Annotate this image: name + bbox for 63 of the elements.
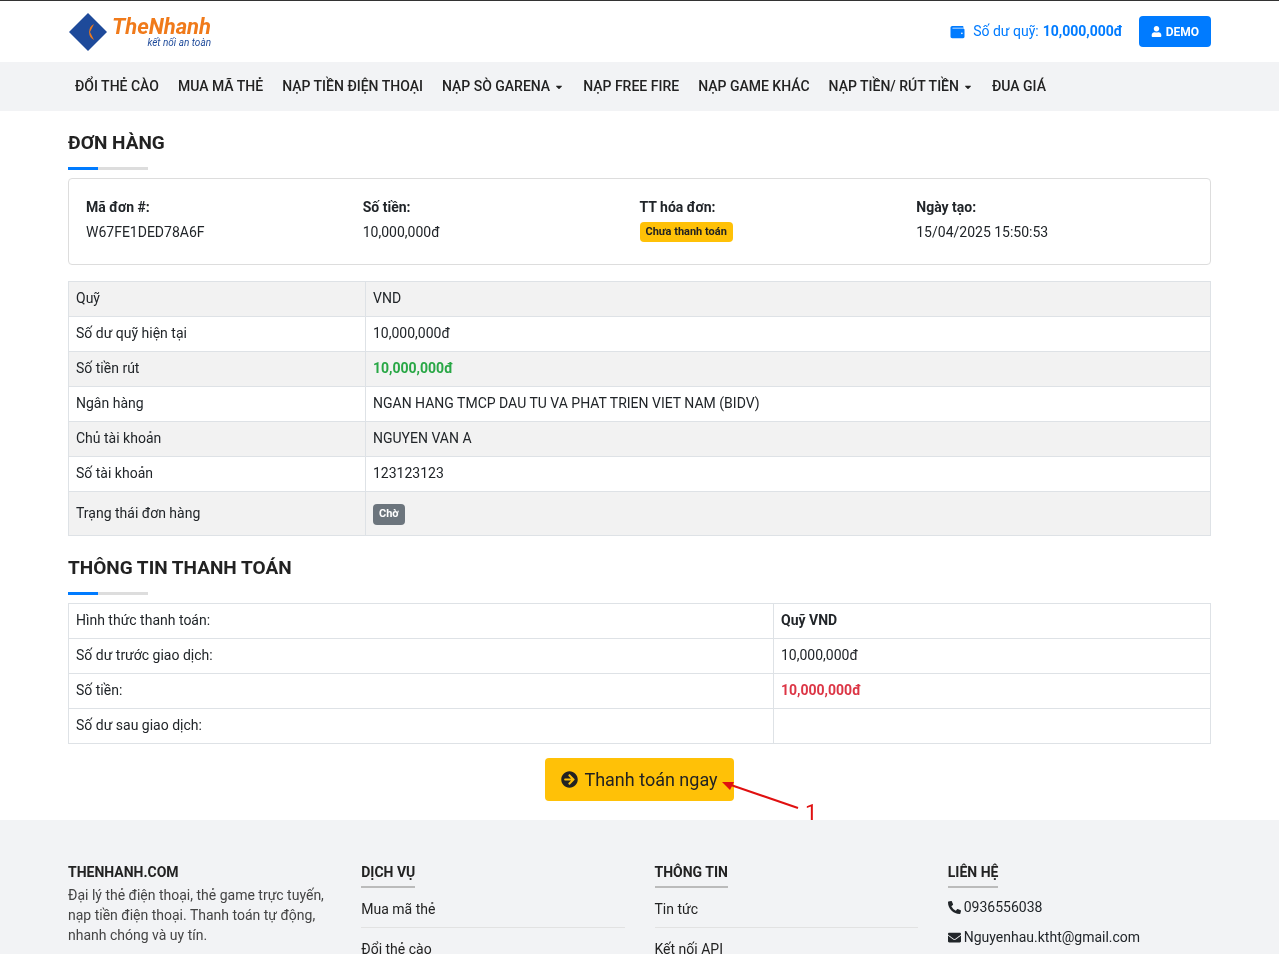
summary-label: Mã đơn #: — [86, 197, 150, 217]
footer-title: THENHANH.COM — [68, 862, 180, 882]
cell-value: 10,000,000đ — [781, 647, 858, 663]
row-label: Hình thức thanh toán: — [76, 612, 211, 628]
logo-text: TheNhanh — [112, 15, 212, 38]
nav-link[interactable]: MUA MÃ THẺ — [177, 76, 264, 97]
summary-label: TT hóa đơn: — [639, 197, 716, 217]
row-label: Số dư sau giao dịch: — [76, 717, 202, 733]
wallet-icon — [950, 24, 966, 39]
balance-label: Số dư quỹ: — [973, 22, 1039, 41]
summary-label: Số tiền: — [362, 197, 411, 217]
row-label: Số tài khoản — [76, 465, 153, 482]
footer-title: DỊCH VỤ — [361, 861, 416, 888]
section-title: ĐƠN HÀNG — [68, 131, 165, 155]
row-label: Số tiền: — [76, 682, 123, 698]
footer-title: THÔNG TIN — [654, 861, 728, 888]
footer-title: LIÊN HỆ — [947, 861, 999, 888]
phone-icon — [947, 900, 961, 914]
footer-link[interactable]: Tin tức — [654, 891, 918, 928]
footer-link[interactable]: Kết nối API — [654, 931, 918, 954]
footer-link[interactable]: Đổi thẻ cào — [361, 931, 625, 954]
balance-value: 10,000,000đ — [1042, 22, 1123, 41]
amount-value: 10,000,000đ — [373, 360, 453, 377]
amount-value: 10,000,000đ — [781, 682, 861, 698]
row-label: Chủ tài khoản — [76, 430, 162, 447]
status-badge: Chờ — [373, 504, 405, 525]
row-label: Ngân hàng — [76, 395, 144, 412]
section-title: THÔNG TIN THANH TOÁN — [68, 555, 292, 580]
cell-value: VND — [373, 290, 402, 307]
nav-link[interactable]: NẠP TIỀN ĐIỆN THOẠI — [282, 76, 423, 97]
envelope-icon — [947, 930, 961, 944]
user-button[interactable]: DEMO — [1138, 16, 1211, 47]
logo-tagline: kết nối an toàn — [147, 37, 212, 48]
annotation-number: 1 — [805, 801, 818, 824]
row-label: Quỹ — [76, 290, 100, 307]
logo-icon — [68, 11, 108, 52]
nav-link[interactable]: NẠP FREE FIRE — [583, 76, 680, 97]
row-label: Số dư quỹ hiện tại — [76, 325, 187, 342]
nav-link[interactable]: ĐUA GIÁ — [991, 76, 1046, 97]
row-label: Số dư trước giao dịch: — [76, 647, 213, 663]
nav-link[interactable]: NẠP GAME KHÁC — [698, 76, 810, 97]
cell-value: Quỹ VND — [781, 612, 838, 628]
pay-button[interactable]: Thanh toán ngay — [545, 757, 734, 801]
summary-value: 15/04/2025 15:50:53 — [916, 222, 1049, 242]
cell-value: 10,000,000đ — [373, 325, 450, 342]
status-badge: Chưa thanh toán — [639, 221, 733, 243]
contact-text: Nguyenhau.ktht@gmail.com — [963, 927, 1141, 947]
footer-link[interactable]: Mua mã thẻ — [361, 891, 625, 928]
nav-link[interactable]: ĐỔI THẺ CÀO — [75, 76, 159, 97]
row-label: Số tiền rút — [76, 360, 140, 377]
nav-link[interactable]: NẠP TIỀN/ RÚT TIỀN — [828, 76, 973, 97]
summary-value: 10,000,000đ — [362, 222, 440, 242]
summary-label: Ngày tạo: — [916, 197, 977, 217]
summary-value: W67FE1DED78A6F — [86, 222, 205, 242]
cell-value: NGAN HANG TMCP DAU TU VA PHAT TRIEN VIET NAM (BIDV) — [373, 395, 760, 412]
user-icon — [1150, 26, 1162, 37]
cell-value: 123123123 — [373, 465, 444, 482]
cell-value: NGUYEN VAN A — [373, 430, 472, 447]
arrow-right-icon — [561, 770, 579, 788]
footer-description: Đại lý thẻ điện thoại, thẻ game trực tuyến, nạp tiền điện thoại. Thanh toán tự động, nhanh chóng và uy tín. — [68, 885, 325, 945]
contact-text: 0936556038 — [963, 897, 1043, 917]
nav-link[interactable]: NẠP SÒ GARENA — [441, 76, 565, 97]
row-label: Trạng thái đơn hàng — [76, 504, 201, 521]
